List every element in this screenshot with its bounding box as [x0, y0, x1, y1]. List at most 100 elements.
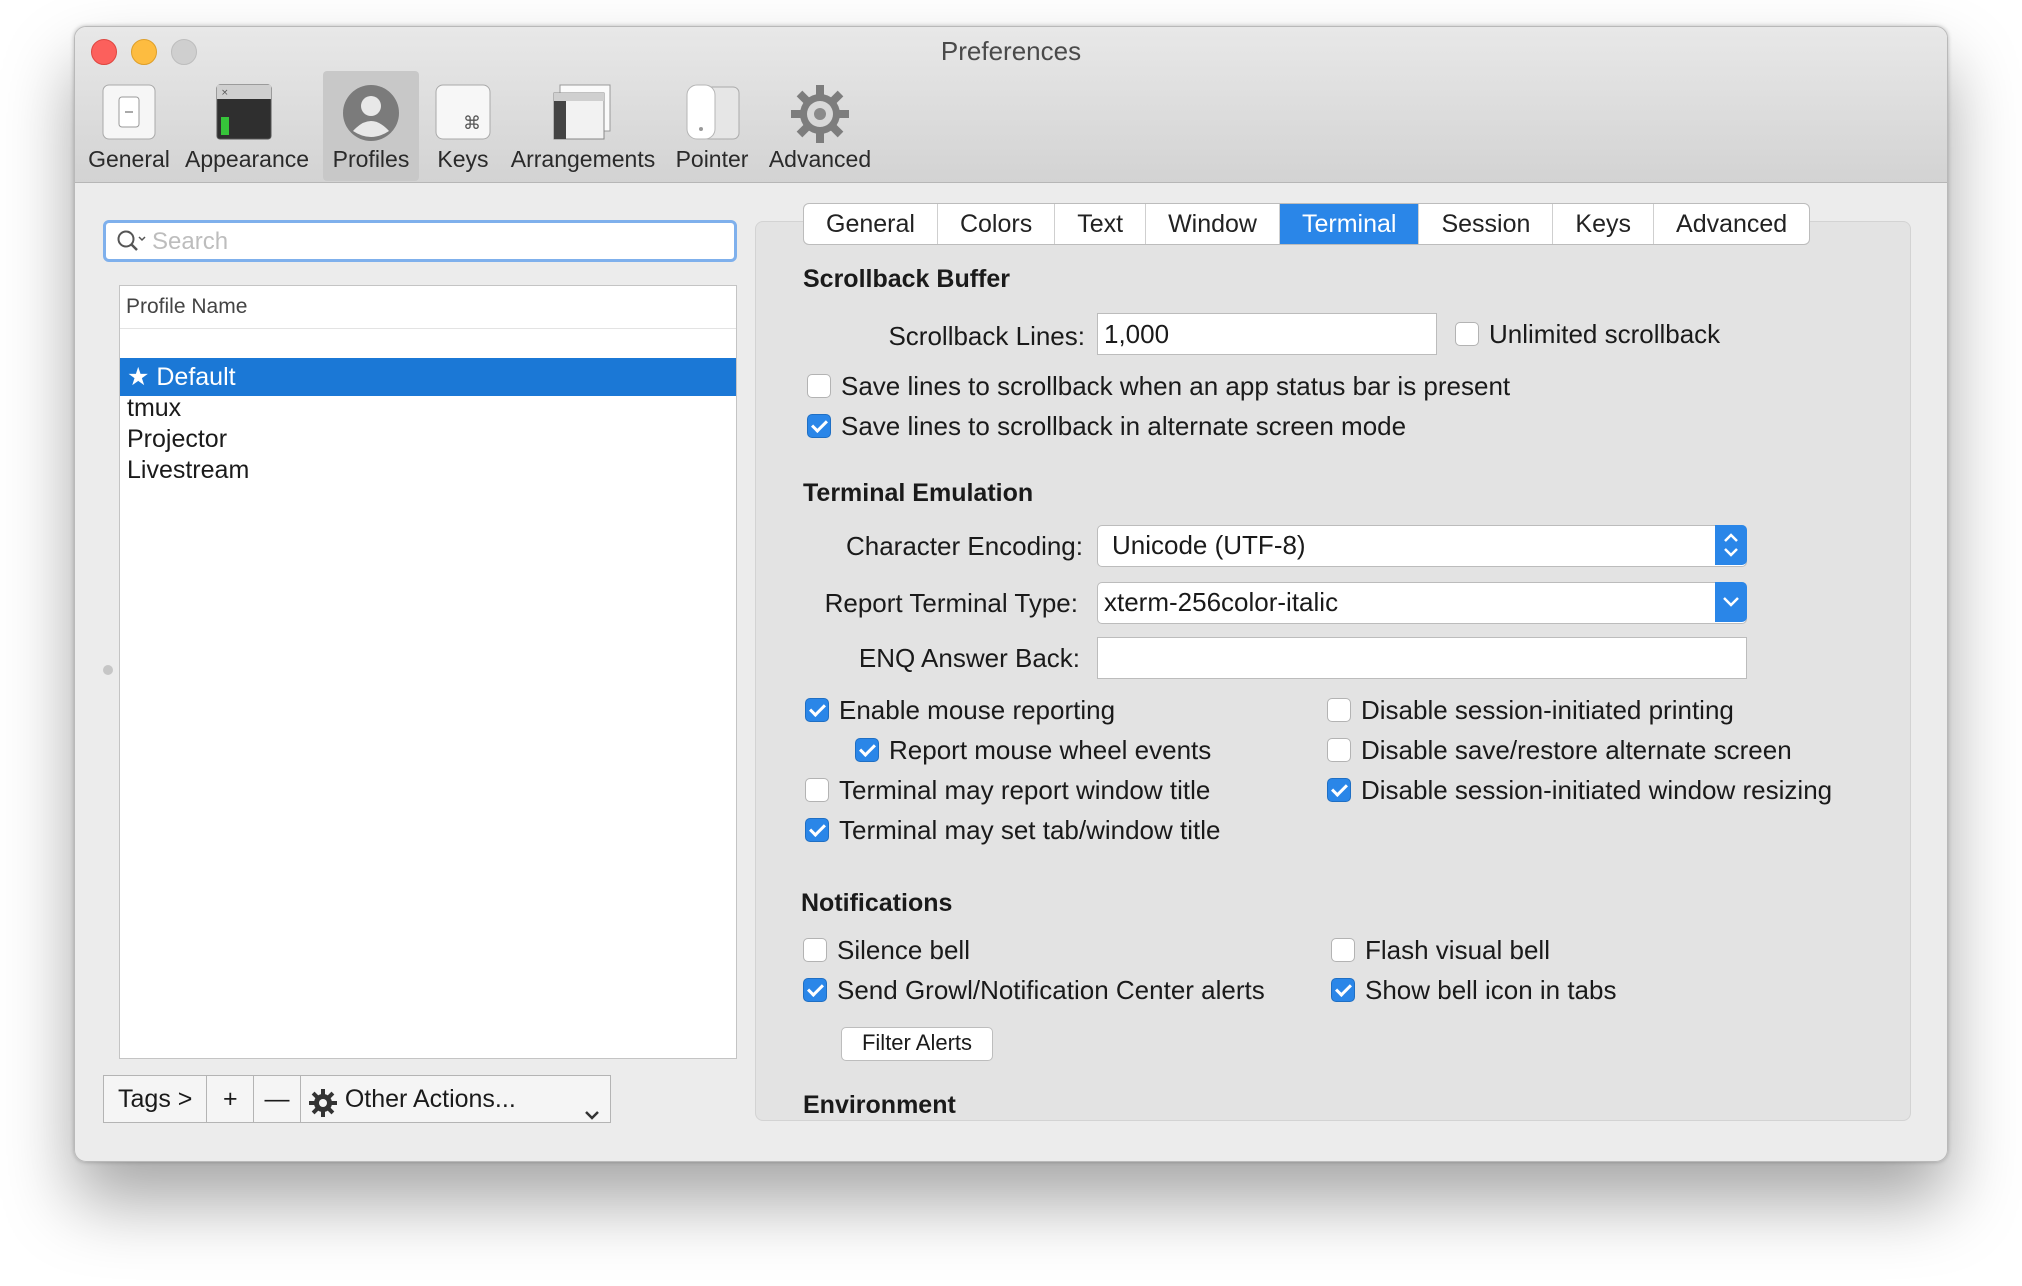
disable-window-resizing-checkbox[interactable]: Disable session-initiated window resizin…: [1327, 775, 1832, 805]
chevron-down-icon: [584, 1090, 600, 1136]
character-encoding-popup[interactable]: Unicode (UTF-8): [1097, 525, 1747, 567]
show-bell-icon-label: Show bell icon in tabs: [1365, 974, 1617, 1005]
toolbar-advanced-label: Advanced: [768, 146, 872, 172]
disable-alternate-screen-label: Disable save/restore alternate screen: [1361, 734, 1792, 765]
enable-mouse-reporting-label: Enable mouse reporting: [839, 694, 1116, 725]
report-mouse-wheel-label: Report mouse wheel events: [889, 734, 1212, 765]
profile-name-header[interactable]: Profile Name: [126, 295, 247, 319]
toolbar-appearance-label: Appearance: [185, 146, 310, 172]
search-icon: [116, 229, 146, 260]
checkbox-box: [807, 374, 831, 398]
toolbar-appearance[interactable]: × Appearance: [185, 71, 310, 181]
environment-section-title: Environment: [803, 1091, 956, 1119]
growl-alerts-label: Send Growl/Notification Center alerts: [837, 974, 1265, 1005]
silence-bell-label: Silence bell: [837, 934, 970, 965]
profile-row-livestream[interactable]: Livestream: [120, 451, 736, 489]
growl-alerts-checkbox[interactable]: Send Growl/Notification Center alerts: [803, 975, 1265, 1005]
toolbar-profiles-label: Profiles: [332, 146, 410, 172]
terminal-emulation-section-title: Terminal Emulation: [803, 479, 1034, 507]
set-tab-window-title-label: Terminal may set tab/window title: [839, 814, 1221, 845]
toolbar-pointer[interactable]: Pointer: [667, 71, 757, 181]
checkbox-box: [1327, 698, 1351, 722]
scrollback-section-title: Scrollback Buffer: [803, 265, 1011, 293]
toolbar-general-label: General: [88, 146, 170, 172]
remove-profile-button[interactable]: —: [254, 1076, 301, 1122]
profile-actions-bar: Tags > + — Other Actions...: [103, 1075, 611, 1123]
unlimited-scrollback-label: Unlimited scrollback: [1489, 318, 1721, 349]
save-status-bar-checkbox[interactable]: Save lines to scrollback when an app sta…: [807, 371, 1510, 401]
disable-printing-label: Disable session-initiated printing: [1361, 694, 1734, 725]
toolbar-general[interactable]: General: [85, 71, 173, 181]
character-encoding-value: Unicode (UTF-8): [1112, 530, 1306, 560]
report-terminal-type-label: Report Terminal Type:: [824, 588, 1078, 618]
checkbox-box: [1327, 778, 1351, 802]
checkbox-box: [1327, 738, 1351, 762]
save-alternate-screen-checkbox[interactable]: Save lines to scrollback in alternate sc…: [807, 411, 1406, 441]
window-title: Preferences: [940, 36, 1082, 66]
other-actions-label: Other Actions...: [344, 1085, 516, 1113]
enable-mouse-reporting-checkbox[interactable]: Enable mouse reporting: [805, 695, 1115, 725]
profile-tabs: General Colors Text Window Terminal Sess…: [803, 203, 1811, 245]
add-profile-button[interactable]: +: [207, 1076, 255, 1122]
disable-window-resizing-label: Disable session-initiated window resizin…: [1361, 774, 1833, 805]
report-terminal-type-value: xterm-256color-italic: [1104, 587, 1339, 617]
mouse-icon: [683, 83, 741, 146]
toolbar-arrangements[interactable]: Arrangements: [507, 71, 659, 181]
tags-button[interactable]: Tags >: [104, 1076, 208, 1122]
checkbox-box: [1331, 978, 1355, 1002]
report-terminal-type-combo[interactable]: xterm-256color-italic: [1097, 582, 1747, 624]
tab-general[interactable]: General: [804, 204, 938, 244]
report-mouse-wheel-checkbox[interactable]: Report mouse wheel events: [855, 735, 1211, 765]
tab-window[interactable]: Window: [1146, 204, 1280, 244]
chevron-down-icon: [1715, 582, 1747, 622]
unlimited-scrollback-checkbox[interactable]: Unlimited scrollback: [1455, 319, 1720, 349]
toolbar-advanced[interactable]: Advanced: [765, 71, 875, 181]
toolbar-profiles[interactable]: Profiles: [323, 71, 419, 181]
enq-answer-back-field[interactable]: [1097, 637, 1747, 679]
checkbox-box: [805, 818, 829, 842]
checkbox-box: [803, 978, 827, 1002]
checkbox-box: [803, 938, 827, 962]
tab-terminal[interactable]: Terminal: [1279, 204, 1420, 244]
scrollback-lines-field[interactable]: [1097, 313, 1437, 355]
profile-list[interactable]: Profile Name ★ Default tmux Projector Li…: [119, 285, 737, 1059]
report-window-title-checkbox[interactable]: Terminal may report window title: [805, 775, 1210, 805]
set-tab-window-title-checkbox[interactable]: Terminal may set tab/window title: [805, 815, 1220, 845]
header-divider: [120, 328, 736, 329]
search-field[interactable]: [103, 220, 737, 262]
tab-keys[interactable]: Keys: [1553, 204, 1655, 244]
svg-text:⌘: ⌘: [463, 113, 481, 134]
command-key-icon: ⌘: [434, 83, 492, 146]
save-status-bar-label: Save lines to scrollback when an app sta…: [841, 370, 1511, 401]
split-handle[interactable]: [103, 665, 113, 675]
tab-advanced[interactable]: Advanced: [1654, 204, 1809, 244]
scrollback-lines-label: Scrollback Lines:: [888, 321, 1085, 351]
character-encoding-label: Character Encoding:: [845, 531, 1083, 561]
titlebar: Preferences General × Appearance Profile…: [75, 27, 1947, 183]
tab-colors[interactable]: Colors: [938, 204, 1056, 244]
disable-printing-checkbox[interactable]: Disable session-initiated printing: [1327, 695, 1734, 725]
checkbox-box: [855, 738, 879, 762]
tab-text[interactable]: Text: [1055, 204, 1147, 244]
checkbox-box: [807, 414, 831, 438]
silence-bell-checkbox[interactable]: Silence bell: [803, 935, 970, 965]
up-down-chevron-icon: [1715, 525, 1747, 565]
toolbar-arrangements-label: Arrangements: [510, 146, 656, 172]
other-actions-popup[interactable]: Other Actions...: [301, 1076, 610, 1122]
save-alternate-screen-label: Save lines to scrollback in alternate sc…: [841, 410, 1407, 441]
search-input[interactable]: [150, 227, 714, 257]
disable-alternate-screen-checkbox[interactable]: Disable save/restore alternate screen: [1327, 735, 1792, 765]
flash-visual-bell-checkbox[interactable]: Flash visual bell: [1331, 935, 1550, 965]
filter-alerts-button[interactable]: Filter Alerts: [841, 1027, 993, 1061]
arrangement-icon: [552, 83, 614, 146]
toolbar-keys-label: Keys: [437, 146, 489, 172]
show-bell-icon-checkbox[interactable]: Show bell icon in tabs: [1331, 975, 1616, 1005]
notifications-section-title: Notifications: [801, 889, 953, 917]
toolbar-keys[interactable]: ⌘ Keys: [427, 71, 499, 181]
enq-answer-back-label: ENQ Answer Back:: [858, 643, 1080, 673]
preferences-window: Preferences General × Appearance Profile…: [74, 26, 1948, 1162]
tab-session[interactable]: Session: [1419, 204, 1554, 244]
checkbox-box: [1331, 938, 1355, 962]
report-window-title-label: Terminal may report window title: [839, 774, 1211, 805]
checkbox-box: [1455, 322, 1479, 346]
